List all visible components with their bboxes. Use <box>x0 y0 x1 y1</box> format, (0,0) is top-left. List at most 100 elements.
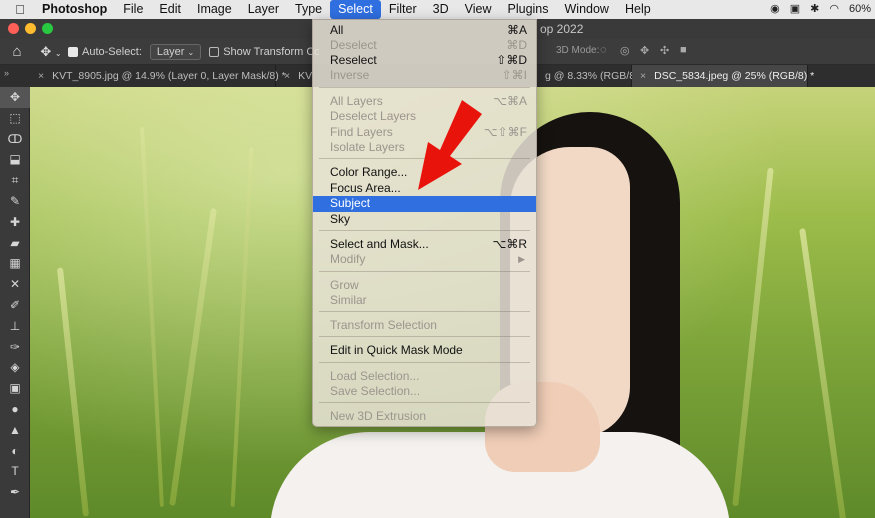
sharpen-tool-icon[interactable]: ▲ <box>0 420 30 441</box>
object-selection-tool-icon[interactable]: ⬓ <box>0 149 30 170</box>
show-transform-checkbox[interactable] <box>209 46 220 57</box>
annotation-arrow-icon <box>418 100 482 190</box>
tab-document-2[interactable]: × KV <box>276 65 316 87</box>
dodge-tool-icon[interactable]: ◐ <box>0 441 30 462</box>
panel-collapse-icon[interactable]: » <box>0 65 30 87</box>
healing-brush-tool-icon[interactable]: ✚ <box>0 212 30 233</box>
tab-document-3[interactable]: g @ 8.33% (RGB/8) <box>537 65 639 87</box>
home-icon[interactable]: ⌂ <box>0 43 34 60</box>
brush-tool-icon[interactable]: ✐ <box>0 295 30 316</box>
menu-select[interactable]: Select <box>330 0 381 19</box>
menu-item-all[interactable]: All ⌘A <box>313 23 536 39</box>
menu-item-shortcut: ⇧⌘I <box>501 68 527 82</box>
menu-item-reselect[interactable]: Reselect ⇧⌘D <box>313 53 536 69</box>
creative-cloud-icon[interactable]: ◉ <box>770 0 780 19</box>
battery-percent[interactable]: 60% <box>849 0 871 19</box>
menu-item-edit-in-quick-mask-mode[interactable]: Edit in Quick Mask Mode <box>313 343 536 359</box>
tab-document-active[interactable]: × DSC_5834.jpeg @ 25% (RGB/8) * <box>632 65 814 87</box>
menu-item-transform-selection: Transform Selection <box>313 318 536 334</box>
move-tool-icon[interactable]: ✥ <box>0 87 30 108</box>
zoom-window-button[interactable] <box>42 23 53 34</box>
tab-document-1[interactable]: × KVT_8905.jpg @ 14.9% (Layer 0, Layer Ma… <box>30 65 286 87</box>
move-tool-preset-icon[interactable]: ✥ ⌄ <box>34 44 68 60</box>
history-brush-tool-icon[interactable]: ✑ <box>0 337 30 358</box>
pan-3d-icon[interactable]: ✥ <box>640 44 649 57</box>
window-controls <box>8 23 53 34</box>
menu-item-label: Transform Selection <box>330 318 437 332</box>
select-menu-dropdown: All ⌘A Deselect ⌘D Reselect ⇧⌘D Inverse ⇧⌘I All … <box>312 19 537 427</box>
bluetooth-icon[interactable]: ✱ <box>810 0 819 19</box>
roll-3d-icon[interactable]: ◎ <box>620 44 630 57</box>
minimize-window-button[interactable] <box>25 23 36 34</box>
menu-item-label: Similar <box>330 293 367 307</box>
menu-item-label: Load Selection... <box>330 369 420 383</box>
menu-item-shortcut: ⇧⌘D <box>496 53 527 67</box>
menu-item-similar: Similar <box>313 293 536 309</box>
close-icon[interactable]: × <box>640 70 646 82</box>
menu-item-label: All Layers <box>330 94 383 108</box>
menu-item-label: Grow <box>330 278 359 292</box>
menu-separator <box>319 336 530 337</box>
gradient-tool-icon[interactable]: ▣ <box>0 378 30 399</box>
close-icon[interactable]: × <box>284 70 290 82</box>
menu-item-shortcut: ⌥⇧⌘F <box>483 125 527 139</box>
menu-item-select-and-mask[interactable]: Select and Mask... ⌥⌘R <box>313 237 536 253</box>
menu-separator <box>319 87 530 88</box>
menu-3d[interactable]: 3D <box>425 0 457 19</box>
menubar-status: ◉ ▣ ✱ ◠ 60% <box>770 0 871 19</box>
auto-select-checkbox[interactable] <box>68 46 78 57</box>
3d-mode-label: 3D Mode: <box>556 45 600 56</box>
menu-separator <box>319 230 530 231</box>
menu-item-label: Subject <box>330 196 371 210</box>
patch-tool-icon[interactable]: ▰ <box>0 233 30 254</box>
window-title: op 2022 <box>540 22 584 36</box>
menu-item-sky[interactable]: Sky <box>313 212 536 228</box>
menu-item-shortcut: ⌘D <box>506 38 527 52</box>
vpn-icon[interactable]: ▣ <box>790 0 800 19</box>
auto-select-value: Layer <box>156 45 185 58</box>
menu-item-label: Deselect <box>330 38 377 52</box>
menu-photoshop[interactable]: Photoshop <box>34 0 115 19</box>
slide-3d-icon[interactable]: ✣ <box>660 44 669 57</box>
close-window-button[interactable] <box>8 23 19 34</box>
crop-tool-icon[interactable]: ⌗ <box>0 170 30 191</box>
menu-separator <box>319 311 530 312</box>
scale-3d-icon[interactable]: ■ <box>680 44 687 56</box>
close-icon[interactable]: × <box>38 70 44 82</box>
lasso-tool-icon[interactable]: ↀ <box>0 129 30 150</box>
marquee-tool-icon[interactable]: ⬚ <box>0 108 30 129</box>
submenu-arrow-icon: ▶ <box>518 254 525 264</box>
menu-item-label: Focus Area... <box>330 181 401 195</box>
menu-item-label: Color Range... <box>330 165 408 179</box>
menu-help[interactable]: Help <box>617 0 659 19</box>
blur-tool-icon[interactable]: ● <box>0 399 30 420</box>
clone-stamp-tool-icon[interactable]: ⊥ <box>0 316 30 337</box>
pen-tool-icon[interactable]: ✒ <box>0 482 30 503</box>
menu-image[interactable]: Image <box>189 0 240 19</box>
menu-edit[interactable]: Edit <box>151 0 189 19</box>
content-aware-move-tool-icon[interactable]: ✕ <box>0 274 30 295</box>
menu-item-load-selection: Load Selection... <box>313 369 536 385</box>
apple-icon[interactable]:  <box>6 2 34 17</box>
menu-item-label: Save Selection... <box>330 384 421 398</box>
menu-item-deselect: Deselect ⌘D <box>313 38 536 54</box>
menu-file[interactable]: File <box>115 0 151 19</box>
menu-window[interactable]: Window <box>557 0 617 19</box>
eraser-tool-icon[interactable]: ◈ <box>0 357 30 378</box>
type-tool-icon[interactable]: T <box>0 461 30 482</box>
wifi-icon[interactable]: ◠ <box>829 0 839 19</box>
orbit-3d-icon[interactable]: ◌ <box>600 44 607 56</box>
eyedropper-tool-icon[interactable]: ✎ <box>0 191 30 212</box>
frame-tool-icon[interactable]: ▦ <box>0 253 30 274</box>
menu-type[interactable]: Type <box>287 0 330 19</box>
menu-item-label: Deselect Layers <box>330 109 417 123</box>
menu-filter[interactable]: Filter <box>381 0 425 19</box>
menu-item-subject[interactable]: Subject <box>313 196 536 212</box>
menu-item-shortcut: ⌘A <box>506 23 527 37</box>
tools-panel: ✥ ⬚ ↀ ⬓ ⌗ ✎ ✚ ▰ ▦ ✕ ✐ ⊥ ✑ ◈ ▣ ● ▲ ◐ T ✒ <box>0 87 30 518</box>
auto-select-dropdown[interactable]: Layer ⌄ <box>149 43 202 60</box>
menu-plugins[interactable]: Plugins <box>500 0 557 19</box>
menu-layer[interactable]: Layer <box>240 0 287 19</box>
mac-menubar:  PhotoshopFileEditImageLayerTypeSelectF… <box>0 0 875 19</box>
menu-view[interactable]: View <box>457 0 500 19</box>
